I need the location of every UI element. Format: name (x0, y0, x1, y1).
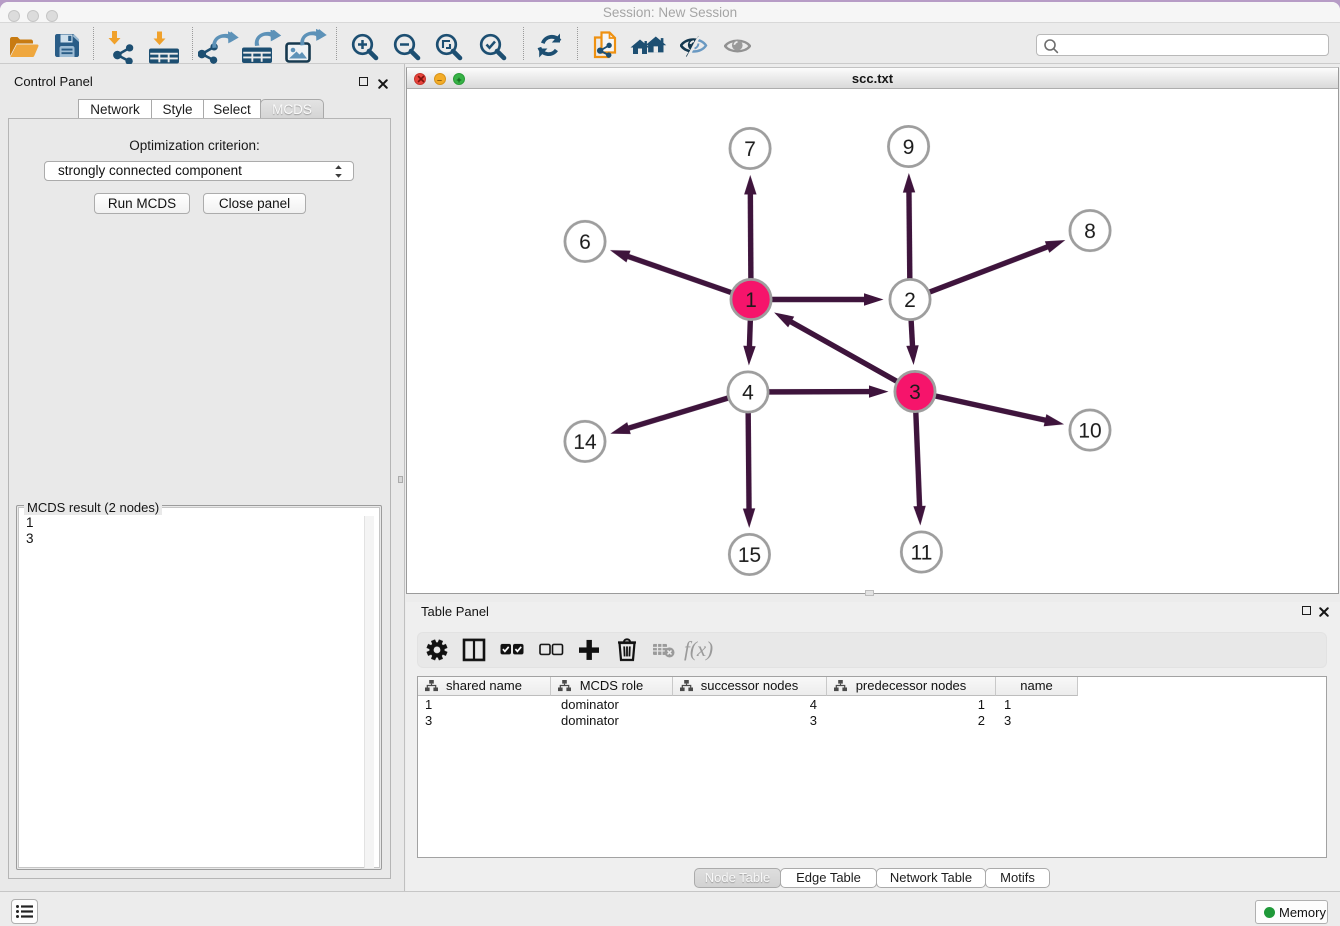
svg-text:f(x): f(x) (684, 637, 713, 661)
svg-text:7: 7 (744, 138, 756, 161)
svg-text:1: 1 (745, 289, 757, 312)
svg-text:10: 10 (1078, 420, 1101, 443)
svg-text:2: 2 (904, 289, 916, 312)
svg-text:6: 6 (579, 231, 591, 254)
svg-text:9: 9 (903, 136, 915, 159)
svg-text:15: 15 (738, 544, 761, 567)
svg-text:8: 8 (1084, 220, 1096, 243)
svg-text:3: 3 (909, 381, 921, 404)
svg-text:4: 4 (742, 381, 754, 404)
svg-text:14: 14 (573, 431, 597, 454)
svg-text:11: 11 (911, 542, 933, 565)
